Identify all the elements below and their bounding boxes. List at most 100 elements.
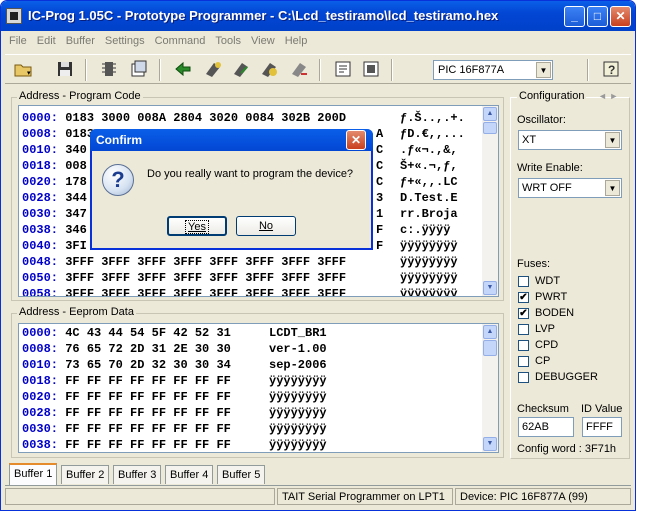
row-address: 0020: (22, 390, 59, 404)
panel-nav-arrows-icon[interactable]: ◄ ► (598, 91, 618, 101)
eeprom-row[interactable]: 0000: 4C 43 44 54 5F 42 52 31 LCDT_BR1 (22, 325, 327, 341)
menu-buffer[interactable]: Buffer (62, 32, 99, 50)
device-select[interactable]: PIC 16F877A ▼ (433, 60, 553, 80)
chevron-down-icon[interactable]: ▼ (605, 132, 620, 148)
tab-buffer-2[interactable]: Buffer 2 (61, 465, 110, 484)
question-icon: ? (102, 164, 134, 196)
program-code-title: Address - Program Code (17, 90, 143, 102)
row-hex: FF FF FF FF FF FF FF FF (65, 406, 231, 420)
menu-settings[interactable]: Settings (101, 32, 149, 50)
row-address: 0008: (22, 127, 59, 141)
eeprom-row[interactable]: 0010: 73 65 70 2D 32 30 30 34 sep-2006 (22, 357, 327, 373)
tab-buffer-3[interactable]: Buffer 3 (113, 465, 162, 484)
row-hex: FF FF FF FF FF FF FF FF (65, 438, 231, 452)
program-all-icon[interactable] (203, 59, 223, 79)
program-row[interactable]: 0020: 178 ƒ+«,,.LC (22, 174, 458, 190)
fuse-checkbox[interactable] (518, 276, 529, 287)
view-buffer-icon[interactable] (333, 59, 353, 79)
oscillator-select[interactable]: XT ▼ (518, 130, 622, 150)
fuse-checkbox[interactable]: ✔ (518, 308, 529, 319)
fuse-label: BODEN (535, 307, 575, 319)
oscillator-label: Oscillator: (517, 114, 566, 126)
scroll-up-icon[interactable]: ▲ (483, 107, 497, 121)
scroll-up-icon[interactable]: ▲ (483, 325, 497, 339)
program-row[interactable]: 0040: 3FI ÿÿÿÿÿÿÿÿ (22, 238, 458, 254)
verify-icon[interactable] (259, 59, 279, 79)
program-row[interactable]: 0018: 008 Š+«.¬,ƒ, (22, 158, 458, 174)
dialog-close-button[interactable]: ✕ (346, 130, 366, 150)
eeprom-row[interactable]: 0038: FF FF FF FF FF FF FF FF ÿÿÿÿÿÿÿÿ (22, 437, 327, 452)
row-address: 0058: (22, 287, 59, 297)
program-row[interactable]: 0048: 3FFF 3FFF 3FFF 3FFF 3FFF 3FFF 3FFF… (22, 254, 458, 270)
id-value-field[interactable]: FFFF (582, 417, 622, 437)
program-row[interactable]: 0058: 3FFF 3FFF 3FFF 3FFF 3FFF 3FFF 3FFF… (22, 286, 458, 297)
help-icon[interactable]: ? (601, 59, 621, 79)
open-folder-icon[interactable]: ▾ (13, 59, 33, 79)
eeprom-hex-view[interactable]: 0000: 4C 43 44 54 5F 42 52 31 LCDT_BR1 000… (18, 323, 499, 453)
row-hex-partial: A (376, 127, 384, 141)
chip-read-icon[interactable] (99, 59, 119, 79)
assembler-view-icon[interactable] (361, 59, 381, 79)
row-hex: 3FI (65, 239, 87, 253)
row-ascii: rr.Broja (400, 207, 458, 221)
close-button[interactable]: ✕ (610, 6, 631, 27)
config-chip-icon[interactable] (129, 59, 149, 79)
menu-view[interactable]: View (247, 32, 279, 50)
chevron-down-icon[interactable]: ▼ (605, 180, 620, 196)
eeprom-group: Address - Eeprom Data 0000: 4C 43 44 54 … (11, 306, 504, 458)
row-hex: FF FF FF FF FF FF FF FF (65, 374, 231, 388)
fuse-checkbox[interactable] (518, 340, 529, 351)
scroll-down-icon[interactable]: ▼ (483, 281, 497, 295)
confirm-dialog: Confirm ✕ ? Do you really want to program… (90, 129, 373, 250)
maximize-button[interactable]: □ (587, 6, 608, 27)
menu-help[interactable]: Help (281, 32, 312, 50)
fuse-checkbox[interactable] (518, 324, 529, 335)
program-row[interactable]: 0028: 344 D.Test.E (22, 190, 458, 206)
program-row[interactable]: 0050: 3FFF 3FFF 3FFF 3FFF 3FFF 3FFF 3FFF… (22, 270, 458, 286)
scroll-thumb[interactable] (483, 340, 497, 356)
menu-command[interactable]: Command (151, 32, 210, 50)
menu-tools[interactable]: Tools (211, 32, 245, 50)
tab-buffer-5[interactable]: Buffer 5 (217, 465, 266, 484)
blank-check-icon[interactable] (289, 59, 309, 79)
yes-button[interactable]: Yes (167, 216, 227, 236)
menu-edit[interactable]: Edit (33, 32, 60, 50)
dialog-title-bar[interactable]: Confirm ✕ (90, 129, 373, 151)
scroll-down-icon[interactable]: ▼ (483, 437, 497, 451)
row-ascii: ÿÿÿÿÿÿÿÿ (400, 255, 458, 269)
scroll-thumb[interactable] (483, 122, 497, 134)
program-row[interactable]: 0038: 346 c:.ÿÿÿÿ (22, 222, 450, 238)
eeprom-row[interactable]: 0018: FF FF FF FF FF FF FF FF ÿÿÿÿÿÿÿÿ (22, 373, 327, 389)
row-address: 0008: (22, 342, 59, 356)
row-ascii: ƒD.€,,... (400, 127, 465, 141)
tab-buffer-4[interactable]: Buffer 4 (165, 465, 214, 484)
program-row[interactable]: 0010: 340 .ƒ«¬.,&, (22, 142, 458, 158)
save-disk-icon[interactable] (55, 59, 75, 79)
no-button[interactable]: No (236, 216, 296, 236)
eeprom-row[interactable]: 0030: FF FF FF FF FF FF FF FF ÿÿÿÿÿÿÿÿ (22, 421, 327, 437)
row-ascii: Š+«.¬,ƒ, (400, 159, 458, 173)
program-row[interactable]: 0000: 0183 3000 008A 2804 3020 0084 302B… (22, 110, 465, 126)
read-all-icon[interactable] (173, 59, 193, 79)
menu-file[interactable]: File (5, 32, 31, 50)
eeprom-row[interactable]: 0020: FF FF FF FF FF FF FF FF ÿÿÿÿÿÿÿÿ (22, 389, 327, 405)
eeprom-row[interactable]: 0028: FF FF FF FF FF FF FF FF ÿÿÿÿÿÿÿÿ (22, 405, 327, 421)
fuse-checkbox[interactable] (518, 356, 529, 367)
minimize-button[interactable]: _ (564, 6, 585, 27)
chevron-down-icon[interactable]: ▼ (536, 62, 551, 78)
program-scrollbar[interactable]: ▲ ▼ (482, 106, 498, 296)
erase-icon[interactable] (231, 59, 251, 79)
fuse-checkbox[interactable] (518, 372, 529, 383)
fuse-checkbox[interactable]: ✔ (518, 292, 529, 303)
row-address: 0038: (22, 438, 59, 452)
fuse-label: LVP (535, 323, 555, 335)
program-row[interactable]: 0030: 347 rr.Broja (22, 206, 458, 222)
eeprom-row[interactable]: 0008: 76 65 72 2D 31 2E 30 30 ver-1.00 (22, 341, 327, 357)
row-address: 0038: (22, 223, 59, 237)
row-hex-partial: C (376, 143, 384, 157)
eeprom-scrollbar[interactable]: ▲ ▼ (482, 324, 498, 452)
write-enable-select[interactable]: WRT OFF ▼ (518, 178, 622, 198)
tab-buffer-1[interactable]: Buffer 1 (9, 463, 58, 485)
fuse-label: CPD (535, 339, 559, 351)
title-bar[interactable]: IC-Prog 1.05C - Prototype Programmer - C… (1, 1, 635, 31)
